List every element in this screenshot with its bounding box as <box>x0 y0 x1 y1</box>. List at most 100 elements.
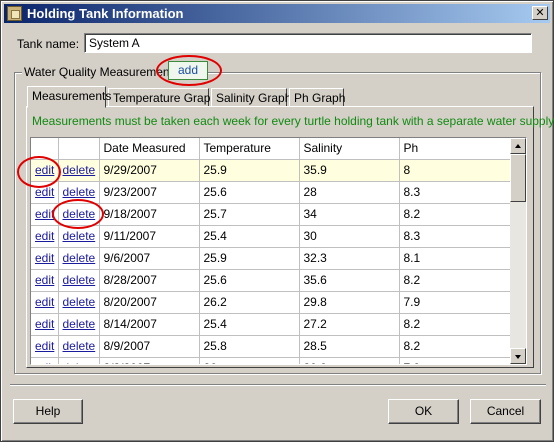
salinity-cell: 28.5 <box>299 335 400 358</box>
tab-measurements[interactable]: Measurements <box>27 86 111 108</box>
header-delete <box>58 138 100 160</box>
close-button[interactable]: ✕ <box>532 6 548 20</box>
delete-cell[interactable]: delete <box>58 181 100 204</box>
delete-link[interactable]: delete <box>63 185 96 199</box>
table-row[interactable]: edit delete 9/6/2007 25.9 32.3 8.1 <box>31 247 512 270</box>
delete-cell[interactable]: delete <box>58 357 100 364</box>
edit-cell[interactable]: edit <box>31 335 59 358</box>
salinity-cell: 27.2 <box>299 313 400 336</box>
delete-link[interactable]: delete <box>63 361 96 364</box>
ph-cell: 8.3 <box>399 181 512 204</box>
edit-link[interactable]: edit <box>35 251 54 265</box>
scroll-thumb[interactable] <box>510 154 526 202</box>
scroll-down-button[interactable] <box>510 348 526 364</box>
edit-cell[interactable]: edit <box>31 247 59 270</box>
table-row[interactable]: edit delete 8/9/2007 25.8 28.5 8.2 <box>31 335 512 358</box>
temperature-cell: 25.6 <box>199 181 300 204</box>
add-measurement-button[interactable]: add <box>168 61 208 80</box>
delete-link[interactable]: delete <box>63 339 96 353</box>
ok-button[interactable]: OK <box>388 399 459 424</box>
delete-cell[interactable]: delete <box>58 225 100 248</box>
date-cell: 8/20/2007 <box>99 291 200 314</box>
edit-cell[interactable]: edit <box>31 313 59 336</box>
help-button[interactable]: Help <box>13 399 83 424</box>
edit-link[interactable]: edit <box>35 229 54 243</box>
tab-temperature-graph[interactable]: Temperature Graph <box>108 88 217 107</box>
edit-link[interactable]: edit <box>35 361 54 364</box>
date-cell: 9/11/2007 <box>99 225 200 248</box>
delete-cell[interactable]: delete <box>58 335 100 358</box>
salinity-cell: 28 <box>299 181 400 204</box>
grid-scrollbar[interactable] <box>510 138 526 364</box>
header-salinity[interactable]: Salinity <box>299 138 400 160</box>
edit-cell[interactable]: edit <box>31 225 59 248</box>
edit-cell[interactable]: edit <box>31 291 59 314</box>
edit-cell[interactable]: edit <box>31 269 59 292</box>
edit-cell[interactable]: edit <box>31 159 59 182</box>
tab-ph-graph[interactable]: Ph Graph <box>289 88 345 107</box>
edit-link[interactable]: edit <box>35 273 54 287</box>
edit-cell[interactable]: edit <box>31 203 59 226</box>
temperature-cell: 26.2 <box>199 291 300 314</box>
tab-salinity-graph[interactable]: Salinity Graph <box>211 88 291 107</box>
ph-cell: 7.9 <box>399 357 512 364</box>
table-row[interactable]: edit delete 8/14/2007 25.4 27.2 8.2 <box>31 313 512 336</box>
salinity-cell: 29.8 <box>299 291 400 314</box>
edit-link[interactable]: edit <box>35 185 54 199</box>
delete-link[interactable]: delete <box>63 251 96 265</box>
table-row[interactable]: edit delete8/3/20072630.07.9 <box>31 357 512 364</box>
cancel-button[interactable]: Cancel <box>470 399 541 424</box>
edit-cell[interactable]: edit <box>31 357 59 364</box>
header-edit <box>31 138 59 160</box>
edit-link[interactable]: edit <box>35 163 54 177</box>
table-row[interactable]: edit delete 8/28/2007 25.6 35.6 8.2 <box>31 269 512 292</box>
edit-cell[interactable]: edit <box>31 181 59 204</box>
date-cell: 9/23/2007 <box>99 181 200 204</box>
ph-cell: 8.2 <box>399 335 512 358</box>
temperature-cell: 25.8 <box>199 335 300 358</box>
grid-header-row: Date Measured Temperature Salinity Ph <box>31 138 512 160</box>
table-row[interactable]: edit delete 9/18/2007 25.7 34 8.2 <box>31 203 512 226</box>
tank-name-input[interactable]: System A <box>84 33 532 53</box>
temperature-cell: 26 <box>199 357 300 364</box>
table-row[interactable]: edit delete 9/29/2007 25.9 35.9 8 <box>31 159 512 182</box>
date-cell: 9/18/2007 <box>99 203 200 226</box>
temperature-cell: 25.9 <box>199 247 300 270</box>
edit-link[interactable]: edit <box>35 207 54 221</box>
delete-cell[interactable]: delete <box>58 269 100 292</box>
delete-cell[interactable]: delete <box>58 313 100 336</box>
delete-link[interactable]: delete <box>63 163 96 177</box>
salinity-cell: 34 <box>299 203 400 226</box>
table-row[interactable]: edit delete 9/23/2007 25.6 28 8.3 <box>31 181 512 204</box>
delete-link[interactable]: delete <box>63 207 96 221</box>
date-cell: 9/29/2007 <box>99 159 200 182</box>
ph-cell: 8.1 <box>399 247 512 270</box>
delete-link[interactable]: delete <box>63 317 96 331</box>
ph-cell: 7.9 <box>399 291 512 314</box>
ph-cell: 8.3 <box>399 225 512 248</box>
delete-cell[interactable]: delete <box>58 203 100 226</box>
table-row[interactable]: edit delete 9/11/2007 25.4 30 8.3 <box>31 225 512 248</box>
header-temperature[interactable]: Temperature <box>199 138 300 160</box>
salinity-cell: 35.9 <box>299 159 400 182</box>
temperature-cell: 25.4 <box>199 225 300 248</box>
holding-tank-dialog: Holding Tank Information ✕ Tank name: Sy… <box>0 0 554 442</box>
delete-link[interactable]: delete <box>63 273 96 287</box>
measurements-grid: Date Measured Temperature Salinity Ph ed… <box>30 137 527 365</box>
down-arrow-icon <box>515 355 521 359</box>
delete-link[interactable]: delete <box>63 229 96 243</box>
header-date-measured[interactable]: Date Measured <box>99 138 200 160</box>
header-ph[interactable]: Ph <box>399 138 512 160</box>
delete-cell[interactable]: delete <box>58 291 100 314</box>
edit-link[interactable]: edit <box>35 317 54 331</box>
delete-cell[interactable]: delete <box>58 159 100 182</box>
salinity-cell: 35.6 <box>299 269 400 292</box>
edit-link[interactable]: edit <box>35 295 54 309</box>
delete-link[interactable]: delete <box>63 295 96 309</box>
table-row[interactable]: edit delete 8/20/2007 26.2 29.8 7.9 <box>31 291 512 314</box>
ph-cell: 8.2 <box>399 203 512 226</box>
delete-cell[interactable]: delete <box>58 247 100 270</box>
edit-link[interactable]: edit <box>35 339 54 353</box>
scroll-up-button[interactable] <box>510 138 526 154</box>
salinity-cell: 30 <box>299 225 400 248</box>
